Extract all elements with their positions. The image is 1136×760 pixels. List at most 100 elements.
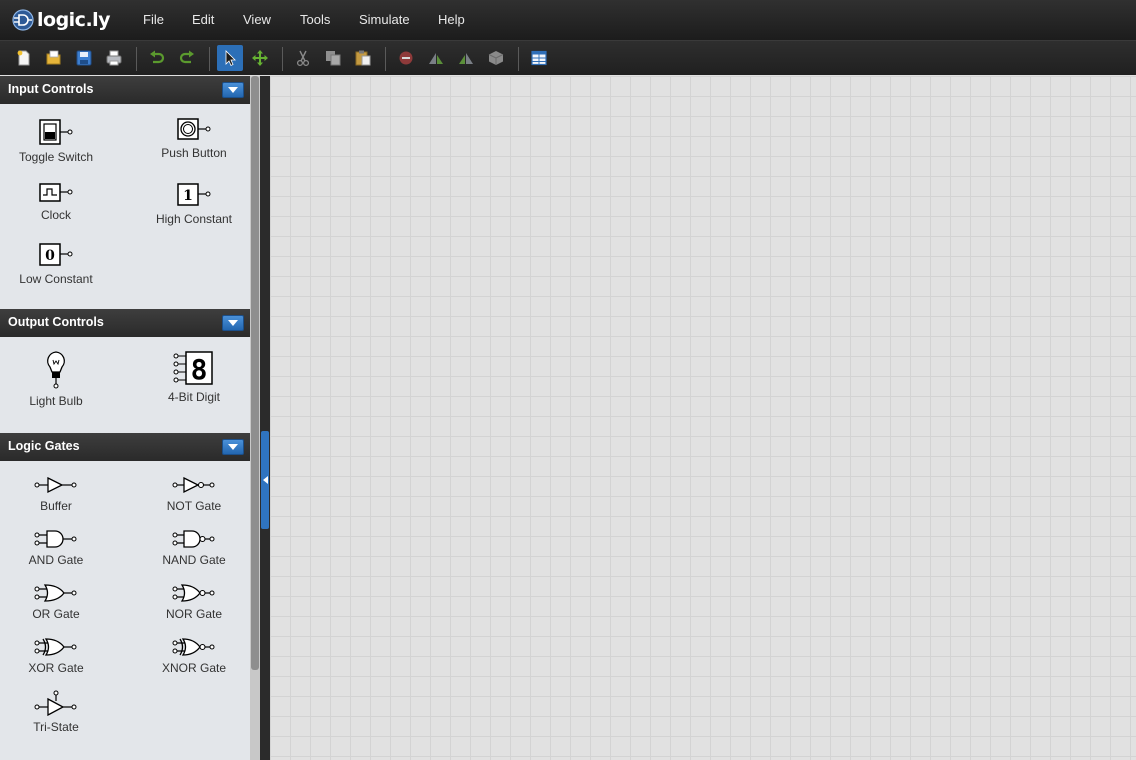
section-title: Input Controls xyxy=(8,82,94,96)
circuit-canvas[interactable] xyxy=(270,76,1136,760)
save-button[interactable] xyxy=(71,45,97,71)
logicly-app: logic.ly File Edit View Tools Simulate H… xyxy=(0,0,1136,760)
copy-icon xyxy=(326,51,341,66)
group-icon xyxy=(488,51,504,65)
rotate-right-icon xyxy=(459,53,473,64)
sidebar-scrollbar[interactable] xyxy=(250,76,260,760)
palette-item-label: Tri-State xyxy=(33,720,79,734)
palette-item-low-constant[interactable]: 0 Low Constant xyxy=(0,242,116,286)
toggle-switch-icon xyxy=(39,119,73,145)
palette-item-label: NOT Gate xyxy=(166,499,222,513)
menu-help[interactable]: Help xyxy=(438,12,465,27)
new-button[interactable] xyxy=(11,45,37,71)
palette-item-clock[interactable]: Clock xyxy=(0,182,116,222)
high-constant-icon: 1 xyxy=(177,183,211,206)
palette-item-label: Toggle Switch xyxy=(18,150,94,164)
low-constant-icon: 0 xyxy=(39,243,73,266)
palette-item-buffer[interactable]: Buffer xyxy=(0,475,116,513)
open-button[interactable] xyxy=(41,45,67,71)
paste-button[interactable] xyxy=(350,45,376,71)
palette-item-label: NAND Gate xyxy=(162,553,226,567)
logo-text: logic.ly xyxy=(37,9,111,31)
palette-item-push-button[interactable]: Push Button xyxy=(134,118,250,160)
palette-item-tri-state[interactable]: Tri-State xyxy=(0,690,116,734)
palette-item-nand-gate[interactable]: NAND Gate xyxy=(134,529,250,567)
buffer-gate-icon xyxy=(34,476,77,494)
high-constant-value: 1 xyxy=(183,188,193,204)
chevron-left-icon xyxy=(263,476,268,484)
palette-item-not-gate[interactable]: NOT Gate xyxy=(134,475,250,513)
digit-display-icon: 8 xyxy=(173,351,213,386)
push-button-icon xyxy=(177,118,211,140)
copy-button[interactable] xyxy=(320,45,346,71)
palette-item-and-gate[interactable]: AND Gate xyxy=(0,529,116,567)
chevron-down-icon xyxy=(228,444,238,450)
component-palette: Input Controls Toggle Switch Push Button… xyxy=(0,76,250,760)
section-header-output-controls[interactable]: Output Controls xyxy=(0,309,250,337)
logo-icon xyxy=(12,9,34,31)
collapse-button[interactable] xyxy=(222,439,244,455)
rotate-left-button[interactable] xyxy=(423,45,449,71)
menu-file[interactable]: File xyxy=(143,12,164,27)
section-header-input-controls[interactable]: Input Controls xyxy=(0,76,250,104)
toolbar xyxy=(0,40,1136,75)
palette-item-xor-gate[interactable]: XOR Gate xyxy=(0,637,116,675)
digit-value: 8 xyxy=(191,353,208,386)
collapse-button[interactable] xyxy=(222,82,244,98)
toolbar-separator xyxy=(136,47,137,71)
toolbar-separator xyxy=(518,47,519,71)
nand-gate-icon xyxy=(172,530,215,548)
palette-item-label: XNOR Gate xyxy=(161,661,227,675)
light-bulb-icon xyxy=(47,351,65,389)
palette-item-label: NOR Gate xyxy=(165,607,222,621)
scrollbar-thumb[interactable] xyxy=(251,76,259,670)
undo-button[interactable] xyxy=(144,45,170,71)
collapse-button[interactable] xyxy=(222,315,244,331)
menu-view[interactable]: View xyxy=(243,12,271,27)
section-title: Output Controls xyxy=(8,315,104,329)
palette-item-high-constant[interactable]: 1 High Constant xyxy=(134,182,250,226)
print-button[interactable] xyxy=(101,45,127,71)
palette-item-or-gate[interactable]: OR Gate xyxy=(0,583,116,621)
rotate-right-button[interactable] xyxy=(453,45,479,71)
group-button[interactable] xyxy=(483,45,509,71)
cut-button[interactable] xyxy=(290,45,316,71)
palette-item-label: High Constant xyxy=(155,212,233,226)
palette-item-label: XOR Gate xyxy=(28,661,84,675)
undo-icon xyxy=(150,50,165,64)
chevron-down-icon xyxy=(228,320,238,326)
palette-item-label: OR Gate xyxy=(32,607,80,621)
redo-button[interactable] xyxy=(174,45,200,71)
toolbar-separator xyxy=(209,47,210,71)
rotate-left-icon xyxy=(429,53,443,64)
palette-item-4-bit-digit[interactable]: 8 4-Bit Digit xyxy=(134,350,250,404)
nor-gate-icon xyxy=(172,584,215,602)
select-tool-button[interactable] xyxy=(217,45,243,71)
palette-item-light-bulb[interactable]: Light Bulb xyxy=(0,350,116,408)
menu-tools[interactable]: Tools xyxy=(300,12,330,27)
menubar: logic.ly File Edit View Tools Simulate H… xyxy=(0,0,1136,40)
or-gate-icon xyxy=(34,584,77,602)
menu-simulate[interactable]: Simulate xyxy=(359,12,410,27)
not-gate-icon xyxy=(172,476,215,494)
palette-item-label: Light Bulb xyxy=(29,394,83,408)
save-icon xyxy=(76,50,92,66)
menu-edit[interactable]: Edit xyxy=(192,12,214,27)
palette-item-xnor-gate[interactable]: XNOR Gate xyxy=(134,637,250,675)
section-header-logic-gates[interactable]: Logic Gates xyxy=(0,433,250,461)
palette-item-label: Buffer xyxy=(40,499,72,513)
pan-tool-button[interactable] xyxy=(247,45,273,71)
collapse-sidebar-handle[interactable] xyxy=(261,431,269,529)
paste-icon xyxy=(355,50,371,66)
palette-item-label: 4-Bit Digit xyxy=(167,390,220,404)
toolbar-separator xyxy=(282,47,283,71)
panel-splitter[interactable] xyxy=(260,76,270,760)
select-tool-icon xyxy=(225,50,236,67)
palette-item-nor-gate[interactable]: NOR Gate xyxy=(134,583,250,621)
pan-tool-icon xyxy=(252,50,268,66)
palette-item-toggle-switch[interactable]: Toggle Switch xyxy=(0,118,116,164)
delete-icon xyxy=(399,51,413,65)
open-icon xyxy=(46,50,61,65)
delete-button[interactable] xyxy=(393,45,419,71)
truth-table-button[interactable] xyxy=(526,45,552,71)
